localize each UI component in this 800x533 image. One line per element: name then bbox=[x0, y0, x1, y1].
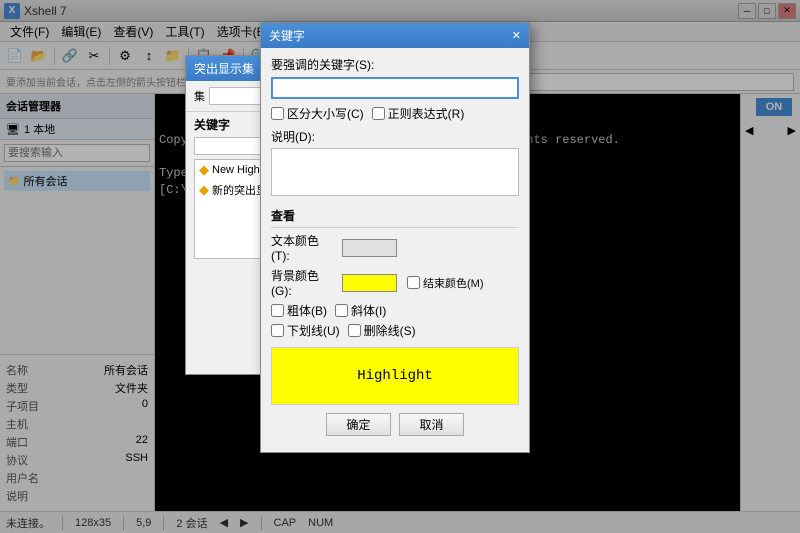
kw-end-color-checkbox-label[interactable]: 结束颜色(M) bbox=[407, 275, 484, 291]
keyword-dialog-body: 要强调的关键字(S): 区分大小写(C) 正则表达式(R) 说明(D): 查看 bbox=[261, 48, 529, 452]
kw-bg-color-label: 背景颜色(G): bbox=[271, 267, 336, 298]
kw-style-row-2: 下划线(U) 删除线(S) bbox=[271, 322, 519, 339]
keyword-preview: Highlight bbox=[271, 347, 519, 405]
modal-overlay: 突出显示集 ✕ 集 关键字 ◆ New Highlight ◆ 新的突出显 bbox=[0, 0, 800, 533]
kw-look-label: 查看 bbox=[271, 207, 519, 228]
kw-bg-color-swatch[interactable] bbox=[342, 274, 397, 292]
keyword-dialog-close-button[interactable]: ✕ bbox=[512, 29, 521, 42]
kw-regex-checkbox[interactable] bbox=[372, 107, 385, 120]
kw-italic-checkbox[interactable] bbox=[335, 304, 348, 317]
keyword-desc-textarea[interactable] bbox=[271, 148, 519, 196]
kw-style-row-1: 粗体(B) 斜体(I) bbox=[271, 302, 519, 319]
keyword-dialog-title: 关键字 ✕ bbox=[261, 23, 529, 48]
kw-input-label: 要强调的关键字(S): bbox=[271, 56, 519, 73]
kw-end-color-checkbox[interactable] bbox=[407, 276, 420, 289]
kw-bold-checkbox[interactable] bbox=[271, 304, 284, 317]
kw-italic-label[interactable]: 斜体(I) bbox=[335, 302, 386, 319]
kw-underline-checkbox[interactable] bbox=[271, 324, 284, 337]
kw-text-color-row: 文本颜色(T): bbox=[271, 232, 519, 263]
kw-bold-label[interactable]: 粗体(B) bbox=[271, 302, 327, 319]
kw-desc-label: 说明(D): bbox=[271, 128, 519, 145]
keyword-dialog-buttons: 确定 取消 bbox=[271, 413, 519, 444]
kw-strikethrough-checkbox[interactable] bbox=[348, 324, 361, 337]
kw-text-color-label: 文本颜色(T): bbox=[271, 232, 336, 263]
keyword-input[interactable] bbox=[271, 77, 519, 99]
kw-case-checkbox-label[interactable]: 区分大小写(C) bbox=[271, 105, 364, 122]
keyword-dialog: 关键字 ✕ 要强调的关键字(S): 区分大小写(C) 正则表达式(R) 说明(D… bbox=[260, 22, 530, 453]
kw-strikethrough-label[interactable]: 删除线(S) bbox=[348, 322, 416, 339]
keyword-cancel-button[interactable]: 取消 bbox=[399, 413, 464, 436]
keyword-confirm-button[interactable]: 确定 bbox=[326, 413, 391, 436]
kw-underline-label[interactable]: 下划线(U) bbox=[271, 322, 340, 339]
kw-text-color-swatch[interactable] bbox=[342, 239, 397, 257]
kw-case-checkbox[interactable] bbox=[271, 107, 284, 120]
kw-regex-checkbox-label[interactable]: 正则表达式(R) bbox=[372, 105, 465, 122]
hl-keyword-icon-2: ◆ bbox=[199, 182, 209, 198]
hl-keyword-icon-1: ◆ bbox=[199, 162, 209, 178]
kw-bg-color-row: 背景颜色(G): 结束颜色(M) bbox=[271, 267, 519, 298]
kw-options-row-1: 区分大小写(C) 正则表达式(R) bbox=[271, 105, 519, 122]
